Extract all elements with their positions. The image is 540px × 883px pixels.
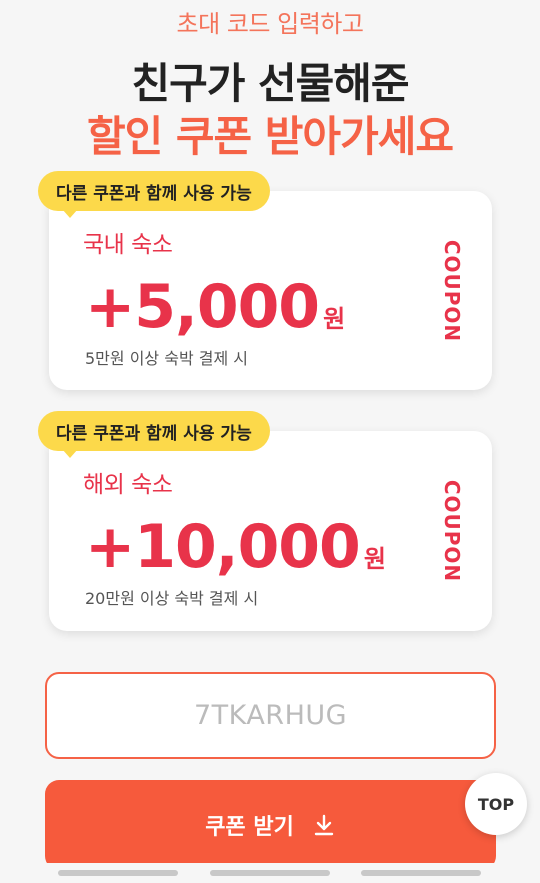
coupon-condition: 5만원 이상 숙박 결제 시 bbox=[85, 349, 249, 368]
coupon-card-overseas: 해외 숙소 +10,000 원 20만원 이상 숙박 결제 시 COUPON bbox=[49, 431, 492, 631]
badge-tail bbox=[62, 449, 78, 458]
coupon-card-domestic: 국내 숙소 +5,000 원 5만원 이상 숙박 결제 시 COUPON bbox=[49, 191, 492, 390]
nav-indicator-segment bbox=[58, 870, 178, 876]
badge-label: 다른 쿠폰과 함께 사용 가능 bbox=[56, 183, 252, 204]
get-coupon-label: 쿠폰 받기 bbox=[205, 815, 294, 840]
nav-indicator-segment bbox=[210, 870, 330, 876]
nav-indicator-segment bbox=[361, 870, 481, 876]
promo-headline-line1: 친구가 선물해준 bbox=[131, 59, 409, 108]
combinable-badge: 다른 쿠폰과 함께 사용 가능 bbox=[38, 171, 270, 218]
coupon-side-label: COUPON bbox=[440, 479, 464, 583]
coupon-amount-row: +10,000 원 bbox=[85, 517, 386, 577]
coupon-unit: 원 bbox=[323, 305, 346, 333]
combinable-badge: 다른 쿠폰과 함께 사용 가능 bbox=[38, 411, 270, 458]
coupon-side-label: COUPON bbox=[440, 239, 464, 342]
promo-headline-line2: 할인 쿠폰 받아가세요 bbox=[86, 112, 454, 161]
get-coupon-button[interactable]: 쿠폰 받기 bbox=[45, 780, 496, 870]
download-icon bbox=[312, 813, 336, 837]
promo-subtitle: 초대 코드 입력하고 bbox=[176, 10, 364, 38]
coupon-title: 국내 숙소 bbox=[83, 232, 173, 258]
coupon-condition: 20만원 이상 숙박 결제 시 bbox=[85, 589, 259, 608]
invite-code-placeholder: 7TKARHUG bbox=[193, 700, 348, 731]
invite-code-input[interactable]: 7TKARHUG bbox=[45, 672, 496, 759]
coupon-title: 해외 숙소 bbox=[83, 472, 173, 498]
scroll-top-label: TOP bbox=[477, 794, 515, 814]
coupon-amount-row: +5,000 원 bbox=[85, 277, 345, 337]
badge-label: 다른 쿠폰과 함께 사용 가능 bbox=[56, 423, 252, 444]
coupon-amount: +10,000 bbox=[85, 512, 361, 582]
scroll-top-button[interactable]: TOP bbox=[465, 773, 527, 835]
badge-tail bbox=[62, 209, 78, 218]
coupon-unit: 원 bbox=[363, 545, 386, 573]
coupon-amount: +5,000 bbox=[85, 272, 320, 342]
